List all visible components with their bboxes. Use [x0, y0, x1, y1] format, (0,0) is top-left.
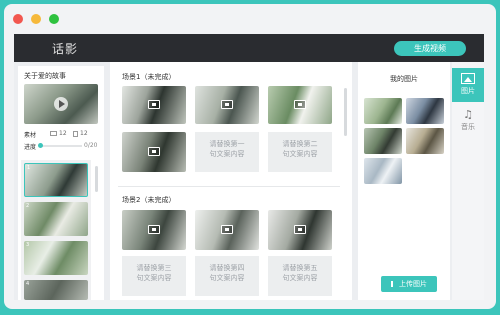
progress-bar: [38, 143, 82, 148]
image-icon: [461, 73, 475, 84]
gallery-image[interactable]: [364, 98, 402, 124]
tab-music[interactable]: ♫ 音乐: [452, 104, 484, 138]
text-placeholder-label: 请替换第四句文案内容: [209, 264, 245, 282]
scene-number: 3: [26, 242, 30, 248]
progress-label: 进度: [24, 144, 37, 151]
side-tab-bar: 图片 ♫ 音乐: [452, 62, 484, 300]
close-window-button[interactable]: [13, 14, 23, 24]
replace-photo-icon[interactable]: [148, 147, 160, 156]
music-icon: ♫: [463, 108, 473, 121]
scene-thumbnail[interactable]: 4: [24, 280, 88, 300]
tab-images[interactable]: 图片: [452, 68, 484, 102]
gallery-image[interactable]: [406, 128, 444, 154]
material-image-count: 12: [59, 130, 67, 137]
text-placeholder-label: 请替换第二句文案内容: [282, 140, 318, 158]
replace-photo-icon[interactable]: [221, 225, 233, 234]
scene2-title: 场景2（未完成）: [122, 196, 176, 204]
material-text-count: 12: [80, 130, 88, 137]
tab-images-label: 图片: [461, 87, 475, 95]
scene-photo-slot[interactable]: [122, 86, 186, 124]
scene-thumbnail[interactable]: 2: [24, 202, 88, 236]
app-logo: 话影: [52, 42, 79, 56]
play-icon[interactable]: [54, 97, 68, 111]
scene-number: 4: [26, 281, 30, 287]
my-pictures-panel: 我的图片 上传图片: [358, 62, 450, 300]
scene-photo-slot[interactable]: [122, 132, 186, 172]
scene-number: 1: [27, 165, 31, 171]
gallery-image[interactable]: [364, 128, 402, 154]
generate-video-button[interactable]: 生成视频: [394, 41, 466, 56]
scene1-title: 场景1（未完成）: [122, 73, 176, 81]
app-header: 话影 生成视频: [14, 34, 484, 62]
scene-thumbnail[interactable]: 3: [24, 241, 88, 275]
maximize-window-button[interactable]: [49, 14, 59, 24]
text-placeholder-label: 请替换第五句文案内容: [282, 264, 318, 282]
minimize-window-button[interactable]: [31, 14, 41, 24]
replace-photo-icon[interactable]: [221, 100, 233, 109]
gallery-image[interactable]: [364, 158, 402, 184]
scene-thumbnail[interactable]: 1: [24, 163, 88, 197]
replace-photo-icon[interactable]: [148, 100, 160, 109]
progress-text: 0/20: [84, 142, 98, 149]
text-count-icon: [73, 131, 78, 137]
text-placeholder[interactable]: 请替换第三句文案内容: [122, 256, 186, 296]
scene-photo-slot[interactable]: [195, 86, 259, 124]
scene-divider: [118, 186, 340, 187]
scene-photo-slot[interactable]: [195, 210, 259, 250]
upload-image-label: 上传图片: [399, 280, 427, 288]
app-window: 话影 生成视频 关于爱的故事 素材 12 12 进度 0/20 1 2 3 4 …: [4, 4, 496, 309]
upload-icon: [391, 281, 396, 287]
replace-photo-icon[interactable]: [294, 225, 306, 234]
story-panel: 关于爱的故事 素材 12 12 进度 0/20 1 2 3 4: [18, 66, 104, 300]
workspace: 关于爱的故事 素材 12 12 进度 0/20 1 2 3 4 场景1（未完成）…: [14, 62, 484, 300]
text-placeholder-label: 请替换第一句文案内容: [209, 140, 245, 158]
upload-image-button[interactable]: 上传图片: [381, 276, 437, 292]
text-placeholder[interactable]: 请替换第一句文案内容: [195, 132, 259, 172]
story-cover-video[interactable]: [24, 84, 98, 124]
scene-photo-slot[interactable]: [268, 86, 332, 124]
text-placeholder[interactable]: 请替换第四句文案内容: [195, 256, 259, 296]
gallery-image[interactable]: [406, 98, 444, 124]
replace-photo-icon[interactable]: [294, 100, 306, 109]
scene-number: 2: [26, 203, 30, 209]
material-label: 素材: [24, 132, 37, 139]
replace-photo-icon[interactable]: [148, 225, 160, 234]
scene-editor: 场景1（未完成） 请替换第一句文案内容 请替换第二句文案内容 场景2（未完成）: [110, 62, 352, 300]
scene-photo-slot[interactable]: [268, 210, 332, 250]
scene-editor-scrollbar[interactable]: [344, 88, 347, 136]
story-title: 关于爱的故事: [24, 72, 66, 80]
tab-music-label: 音乐: [461, 123, 475, 131]
scene-thumbnail-list: 1 2 3 4: [21, 160, 91, 300]
image-count-icon: [50, 131, 57, 136]
thumbnail-scrollbar[interactable]: [95, 166, 98, 192]
scene-photo-slot[interactable]: [122, 210, 186, 250]
text-placeholder[interactable]: 请替换第二句文案内容: [268, 132, 332, 172]
my-pictures-title: 我的图片: [390, 75, 418, 83]
text-placeholder-label: 请替换第三句文案内容: [136, 264, 172, 282]
text-placeholder[interactable]: 请替换第五句文案内容: [268, 256, 332, 296]
progress-knob: [38, 143, 43, 148]
